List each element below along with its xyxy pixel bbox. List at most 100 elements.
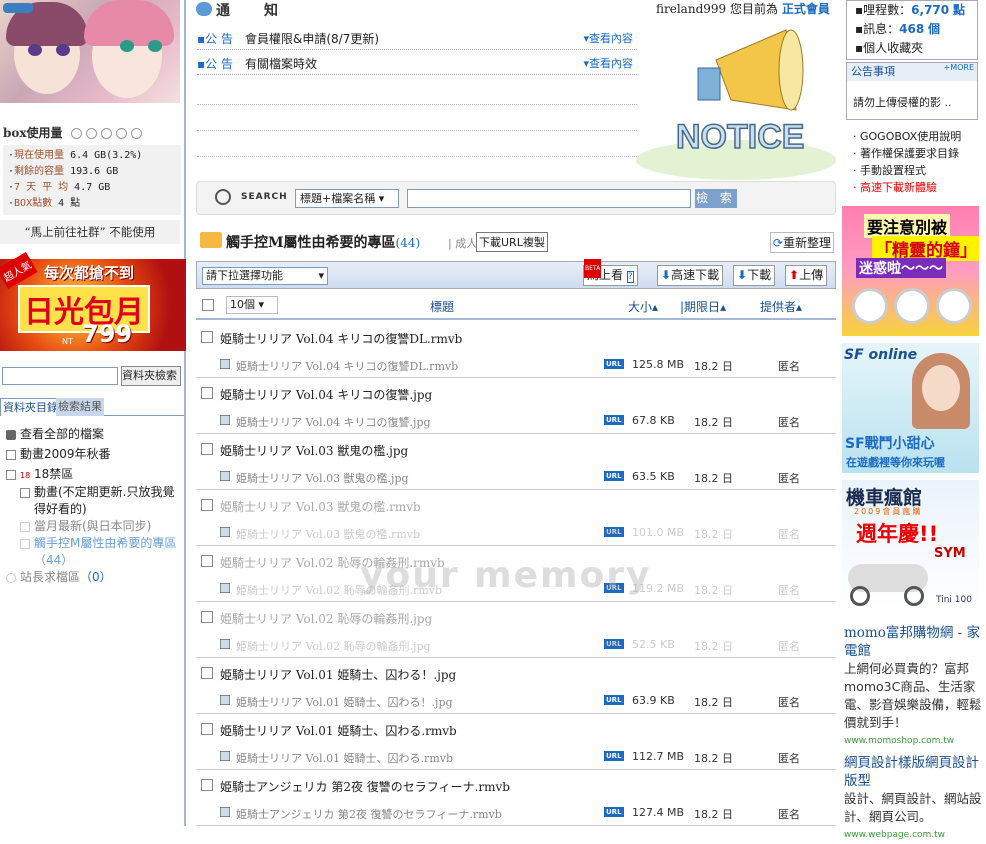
banner-ad-fairy-clock[interactable]: 要注意別被 「精靈的鐘」 迷惑啦～～～ bbox=[842, 206, 979, 336]
file-name[interactable]: 姫騎士リリア Vol.04 キリコの復讐.jpg bbox=[220, 386, 432, 403]
file-provider: 匿名 bbox=[778, 696, 800, 709]
file-checkbox[interactable] bbox=[201, 611, 213, 623]
file-name[interactable]: 姫騎士リリア Vol.01 姫騎士、囚わる.rmvb bbox=[220, 722, 457, 739]
tree-item-anime-irregular[interactable]: 動畫(不定期更新.只放我覺得好看的) bbox=[18, 484, 182, 518]
text-ad[interactable]: 網頁設計樣版網頁設計版型 設計、網頁設計、網站設計、網頁公司。 www.webp… bbox=[844, 754, 984, 844]
tree-item-anime2009[interactable]: 動畫2009年秋番 bbox=[4, 446, 182, 463]
url-badge[interactable]: URL bbox=[604, 639, 624, 649]
announcement-item[interactable]: ▪公 告 有關檔案時效 ▾查看內容 bbox=[197, 53, 637, 75]
file-row[interactable]: 姫騎士リリア Vol.04 キリコの復讐.jpg 姫騎士リリア Vol.04 キリ… bbox=[196, 378, 836, 434]
file-checkbox[interactable] bbox=[201, 555, 213, 567]
go-community-link[interactable]: “馬上前往社群” 不能使用 bbox=[0, 220, 180, 244]
refresh-button[interactable]: ⟳重新整理 bbox=[769, 232, 834, 253]
file-checkbox[interactable] bbox=[201, 331, 213, 343]
view-content-link[interactable]: ▾查看內容 bbox=[583, 53, 633, 75]
file-expiry: 18.2 日 bbox=[694, 808, 733, 821]
url-badge[interactable]: URL bbox=[604, 471, 624, 481]
file-expiry: 18.2 日 bbox=[694, 472, 733, 485]
file-subname[interactable]: 姫騎士リリア Vol.04 キリコの復讐.jpg bbox=[236, 414, 431, 430]
folder-search-input[interactable] bbox=[2, 367, 118, 385]
banner-ad-scooter[interactable]: 機車瘋館 2009會員瘋購 週年慶!! SYM Tini 100 bbox=[842, 480, 979, 610]
download-button[interactable]: ⬇下載 bbox=[733, 265, 776, 286]
url-badge[interactable]: URL bbox=[604, 807, 624, 817]
file-subname[interactable]: 姫騎士リリア Vol.01 姫騎士、囚わる.rmvb bbox=[236, 750, 453, 766]
search-type-select[interactable]: 標題+檔案名稱 ▾ bbox=[295, 189, 399, 208]
file-row[interactable]: 姫騎士リリア Vol.01 姫騎士、囚わる.rmvb 姫騎士リリア Vol.01 … bbox=[196, 714, 836, 770]
file-checkbox[interactable] bbox=[201, 667, 213, 679]
tree-item-r18[interactable]: 18 18禁區 bbox=[4, 466, 182, 484]
banner-ad-left[interactable]: 超人氣 每次都搶不到 日光包月 NT 799 bbox=[0, 252, 186, 351]
tree-item-request[interactable]: 站長求檔區（0） bbox=[4, 569, 182, 586]
col-title[interactable]: 標題 bbox=[430, 298, 454, 315]
file-subname[interactable]: 姫騎士リリア Vol.02 恥辱の輪姦刑.jpg bbox=[236, 638, 431, 654]
file-row[interactable]: 姫騎士リリア Vol.01 姫騎士、囚わる！.jpg 姫騎士リリア Vol.01 … bbox=[196, 658, 836, 714]
announcement-item[interactable]: ▪公 告 會員權限&申請(8/7更新) ▾查看內容 bbox=[197, 28, 637, 50]
file-subname[interactable]: 姫騎士リリア Vol.04 キリコの復讐DL.rmvb bbox=[236, 358, 458, 374]
file-subname[interactable]: 姫騎士リリア Vol.03 獣鬼の檻.jpg bbox=[236, 470, 409, 486]
file-name[interactable]: 姫騎士リリア Vol.03 獣鬼の檻.rmvb bbox=[220, 498, 421, 515]
view-content-link[interactable]: ▾查看內容 bbox=[583, 28, 633, 50]
watch-now-button[interactable]: BETA 馬上看 ? bbox=[583, 259, 638, 286]
url-badge[interactable]: URL bbox=[604, 415, 624, 425]
col-expiry[interactable]: |期限日▴ bbox=[680, 298, 726, 315]
file-checkbox[interactable] bbox=[201, 723, 213, 735]
file-checkbox[interactable] bbox=[201, 499, 213, 511]
banner-ad-sf-online[interactable]: SF online SF戰鬥小甜心 在遊戲裡等你來玩喔 bbox=[842, 343, 979, 473]
search-input[interactable] bbox=[407, 189, 691, 208]
tree-item-all[interactable]: 查看全部的檔案 bbox=[4, 426, 182, 443]
file-row[interactable]: 姫騎士リリア Vol.04 キリコの復讐DL.rmvb 姫騎士リリア Vol.04… bbox=[196, 322, 836, 378]
url-badge[interactable]: URL bbox=[604, 527, 624, 537]
ad-text: SF戰鬥小甜心 bbox=[845, 436, 935, 452]
file-subname[interactable]: 姫騎士アンジェリカ 第2夜 復讐のセラフィーナ.rmvb bbox=[236, 806, 502, 822]
upload-button[interactable]: ⬆上傳 bbox=[785, 265, 828, 286]
message-row[interactable]: ▪訊息：468 個 bbox=[855, 20, 977, 39]
file-size: 52.5 KB bbox=[632, 638, 675, 651]
tab-results[interactable]: 檢索結果 bbox=[56, 398, 104, 416]
folder-search-button[interactable]: 資料夾檢索 bbox=[121, 366, 181, 386]
tree-item-monthly[interactable]: 當月最新(與日本同步) bbox=[18, 518, 182, 535]
search-label: SEARCH bbox=[241, 192, 288, 202]
col-provider[interactable]: 提供者▴ bbox=[760, 298, 802, 315]
file-subname[interactable]: 姫騎士リリア Vol.01 姫騎士、囚わる！.jpg bbox=[236, 694, 453, 710]
more-link[interactable]: +MORE bbox=[943, 63, 974, 72]
tree-item-zone[interactable]: 觸手控M屬性由希要的專區（44） bbox=[18, 535, 182, 569]
file-provider: 匿名 bbox=[778, 360, 800, 373]
url-badge[interactable]: URL bbox=[604, 695, 624, 705]
file-row[interactable]: 姫騎士リリア Vol.03 獣鬼の檻.rmvb 姫騎士リリア Vol.03 獣鬼の… bbox=[196, 490, 836, 546]
file-row[interactable]: 姫騎士リリア Vol.03 獣鬼の檻.jpg 姫騎士リリア Vol.03 獣鬼の檻… bbox=[196, 434, 836, 490]
link-usage-guide[interactable]: · GOGOBOX使用說明 bbox=[846, 128, 978, 145]
file-checkbox[interactable] bbox=[201, 779, 213, 791]
file-name[interactable]: 姫騎士リリア Vol.04 キリコの復讐DL.rmvb bbox=[220, 330, 462, 347]
box-usage-title: box使用量 bbox=[3, 124, 181, 141]
tab-folders[interactable]: 資料夾目錄 bbox=[0, 398, 61, 416]
function-select[interactable]: 請下拉選擇功能 ▾ bbox=[202, 267, 328, 285]
notice-image-text: NOTICE bbox=[676, 118, 804, 156]
file-checkbox[interactable] bbox=[201, 443, 213, 455]
file-name[interactable]: 姫騎士リリア Vol.03 獣鬼の檻.jpg bbox=[220, 442, 408, 459]
url-badge[interactable]: URL bbox=[604, 359, 624, 369]
stat-row: ·現在使用量 6.4 GB(3.2%) bbox=[8, 150, 143, 161]
file-name[interactable]: 姫騎士リリア Vol.02 恥辱の輪姦刑.jpg bbox=[220, 610, 432, 627]
file-expiry: 18.2 日 bbox=[694, 416, 733, 429]
text-ad[interactable]: momo富邦購物網 - 家電館 上網何必買貴的？富邦momo3C商品、生活家電、… bbox=[844, 624, 984, 750]
file-size: 125.8 MB bbox=[632, 358, 685, 371]
link-copyright[interactable]: · 著作權保護要求目錄 bbox=[846, 145, 978, 162]
file-name[interactable]: 姫騎士アンジェリカ 第2夜 復讐のセラフィーナ.rmvb bbox=[220, 778, 510, 795]
file-provider: 匿名 bbox=[778, 640, 800, 653]
file-row[interactable]: 姫騎士リリア Vol.02 恥辱の輪姦刑.jpg 姫騎士リリア Vol.02 恥辱… bbox=[196, 602, 836, 658]
announcement-text[interactable]: 請勿上傳侵權的影 .. bbox=[853, 94, 952, 110]
file-row[interactable]: 姫騎士アンジェリカ 第2夜 復讐のセラフィーナ.rmvb 姫騎士アンジェリカ 第2… bbox=[196, 770, 836, 826]
file-name[interactable]: 姫騎士リリア Vol.01 姫騎士、囚わる！.jpg bbox=[220, 666, 456, 683]
col-size[interactable]: 大小▴ bbox=[628, 298, 658, 315]
file-subname[interactable]: 姫騎士リリア Vol.03 獣鬼の檻.rmvb bbox=[236, 526, 420, 542]
file-checkbox[interactable] bbox=[201, 387, 213, 399]
copy-url-button[interactable]: 下載URL複製 bbox=[476, 232, 548, 252]
fast-download-button[interactable]: ⬇高速下載 bbox=[657, 265, 724, 286]
search-button[interactable]: 檢 索 bbox=[695, 189, 737, 208]
page-size-select[interactable]: 10個 ▾ bbox=[226, 296, 278, 314]
select-all-checkbox[interactable] bbox=[202, 299, 214, 311]
favorites-link[interactable]: ▪個人收藏夾 bbox=[855, 39, 977, 58]
link-manual-setup[interactable]: · 手動設置程式 bbox=[846, 162, 978, 179]
link-fast-download[interactable]: · 高速下載新體驗 bbox=[846, 179, 978, 196]
url-badge[interactable]: URL bbox=[604, 751, 624, 761]
